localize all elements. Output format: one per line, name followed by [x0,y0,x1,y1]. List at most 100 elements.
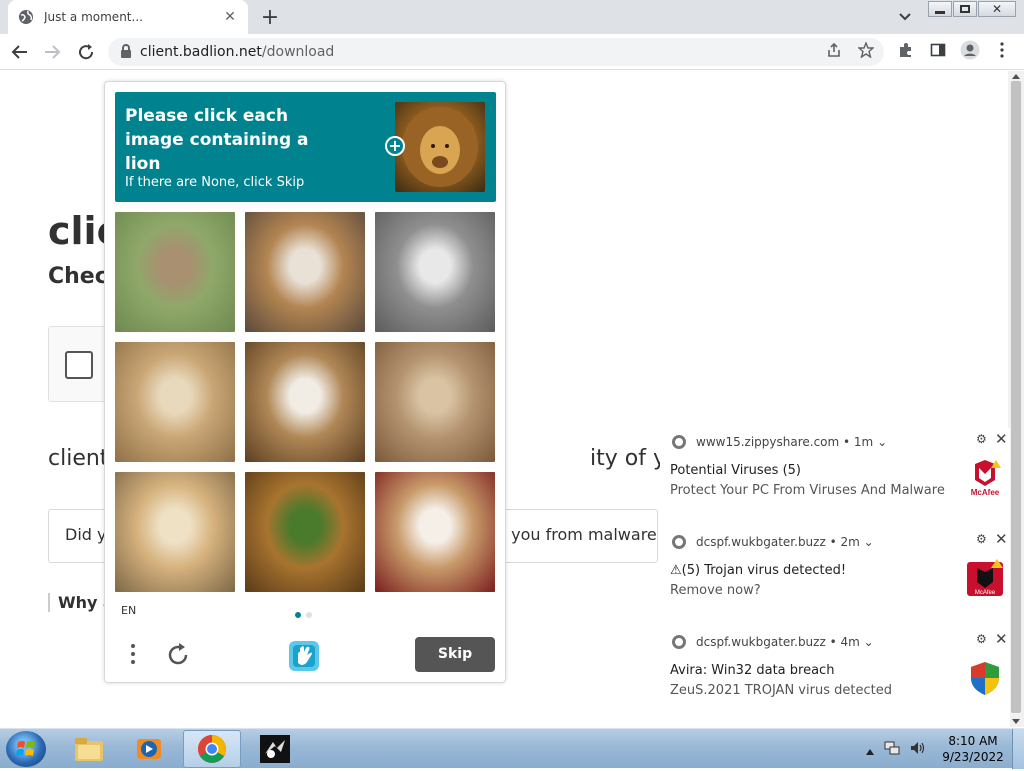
close-tab-icon[interactable]: ✕ [222,9,238,25]
address-bar[interactable]: client.badlion.net/download [108,38,884,66]
image-tile-gray-cat[interactable] [375,212,495,332]
refresh-challenge-icon[interactable] [165,642,191,668]
page-dot-active [295,612,301,618]
challenge-prompt: Please click each image containing a lio… [125,106,309,174]
media-player-taskbar-icon[interactable] [120,730,178,768]
image-tile-horse[interactable] [115,212,235,332]
notification-card[interactable]: dcspf.wukbgater.buzz • 2m ⌄ ⚠(5) Trojan v… [660,528,1010,628]
share-icon[interactable] [824,40,844,60]
page-dot [306,612,312,618]
image-tile-shiba-dog[interactable] [375,472,495,592]
mcafee-shield-icon: McAfee [965,558,1005,598]
volume-icon[interactable] [910,740,926,759]
hcaptcha-challenge: Please click each image containing a lio… [104,81,506,683]
faq-question-right: ct you from malware [491,525,657,544]
notification-body: Remove now? [670,583,761,598]
notification-domain: dcspf.wukbgater.buzz [696,635,826,649]
notification-separator: • [825,635,841,649]
close-window-icon[interactable]: ✕ [978,1,1016,17]
show-desktop-button[interactable] [1012,729,1024,769]
chrome-taskbar-icon[interactable] [183,730,241,768]
notification-age: 1m [853,435,874,449]
image-tile-lion-face[interactable] [375,342,495,462]
chevron-down-icon[interactable]: ⌄ [860,535,874,549]
chrome-icon [672,535,686,549]
browser-toolbar: client.badlion.net/download [0,34,1024,70]
windows-start-icon[interactable] [6,731,46,767]
notification-domain: dcspf.wukbgater.buzz [696,535,826,549]
notification-source: dcspf.wukbgater.buzz • 4m ⌄ [672,635,874,649]
verify-checkbox[interactable] [65,351,93,379]
notification-title: ⚠(5) Trojan virus detected! [670,563,847,578]
challenge-header: Please click each image containing a lio… [115,92,496,202]
system-tray [866,737,936,761]
image-tile-lion-mane[interactable] [245,472,365,592]
scroll-down-arrow-icon[interactable] [1012,719,1020,724]
tile-image [375,212,495,332]
chrome-icon [672,435,686,449]
page-scrollbar[interactable] [1008,71,1024,727]
language-selector[interactable]: EN [121,604,136,617]
gear-icon[interactable]: ⚙ [976,432,987,446]
minimize-icon[interactable] [928,1,952,17]
forward-icon[interactable] [40,40,64,64]
tab-just-a-moment[interactable]: Just a moment... ✕ [8,0,248,34]
notification-domain: www15.zippyshare.com [696,435,840,449]
image-tile-lioness-face[interactable] [115,472,235,592]
tile-image [245,212,365,332]
notification-source: www15.zippyshare.com • 1m ⌄ [672,435,887,449]
image-tile-tabby-kitten[interactable] [245,342,365,462]
clock-date: 9/23/2022 [942,750,1004,764]
close-icon[interactable]: ✕ [995,630,1008,648]
lock-icon[interactable] [120,43,132,62]
app-taskbar-icon[interactable] [246,730,304,768]
notification-title: Potential Viruses (5) [670,463,801,478]
new-tab-icon[interactable]: + [258,5,282,30]
show-hidden-icons-icon[interactable] [866,740,874,759]
close-icon[interactable]: ✕ [995,530,1008,548]
globe-icon [18,9,34,25]
reload-icon[interactable] [74,40,98,64]
chevron-down-icon[interactable]: ⌄ [873,435,887,449]
page-text-left: client [48,446,109,471]
network-icon[interactable] [884,740,900,759]
tab-strip: Just a moment... ✕ + ✕ [0,0,1024,34]
image-tile-grumpy-cat[interactable] [245,212,365,332]
mcafee-label: McAfee [975,590,996,596]
notification-body: ZeuS.2021 TROJAN virus detected [670,683,892,698]
scroll-thumb[interactable] [1011,81,1021,713]
back-icon[interactable] [8,40,32,64]
notification-body: Protect Your PC From Viruses And Malware [670,483,945,498]
side-panel-icon[interactable] [928,40,948,60]
system-clock[interactable]: 8:10 AM 9/23/2022 [940,733,1006,765]
scroll-up-arrow-icon[interactable] [1012,74,1020,79]
extensions-puzzle-icon[interactable] [896,40,916,60]
expand-example-plus-icon[interactable]: + [385,136,405,156]
notification-age: 2m [840,535,860,549]
tile-image [375,472,495,592]
image-tile-lioness-resting[interactable] [115,342,235,462]
notification-separator: • [825,535,841,549]
chrome-menu-icon[interactable] [992,40,1012,60]
gear-icon[interactable]: ⚙ [976,632,987,646]
chevron-down-icon[interactable]: ⌄ [860,635,874,649]
bookmark-star-icon[interactable] [856,40,876,60]
notification-age: 4m [840,635,860,649]
notification-source: dcspf.wukbgater.buzz • 2m ⌄ [672,535,874,549]
challenge-footer: Skip [105,632,505,682]
skip-button[interactable]: Skip [415,637,495,672]
close-icon[interactable]: ✕ [995,430,1008,448]
more-options-icon[interactable] [125,642,141,666]
notification-card[interactable]: www15.zippyshare.com • 1m ⌄ Potential Vir… [660,428,1010,528]
file-explorer-taskbar-icon[interactable] [60,730,118,768]
mcafee-label: McAfee [971,488,1000,497]
taskbar: 8:10 AM 9/23/2022 [0,728,1024,769]
url-text: client.badlion.net/download [140,44,335,60]
profile-avatar-icon[interactable] [960,40,980,60]
image-grid [115,212,496,592]
gear-icon[interactable]: ⚙ [976,532,987,546]
restore-icon[interactable] [953,1,977,17]
hcaptcha-logo-icon [287,639,321,673]
tab-search-chevron-icon[interactable] [894,6,916,28]
notification-card[interactable]: dcspf.wukbgater.buzz • 4m ⌄ Avira: Win32 … [660,628,1010,728]
